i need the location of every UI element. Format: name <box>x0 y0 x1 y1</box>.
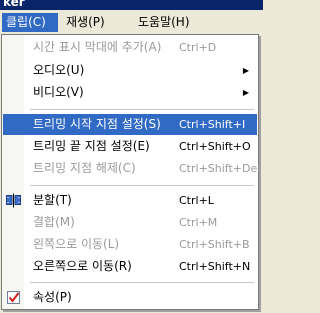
menu-item-combine[interactable]: 결합(M) Ctrl+M <box>3 212 257 233</box>
menu-item-video[interactable]: 비디오(V) ▶ <box>3 82 257 103</box>
properties-check-icon <box>6 290 21 305</box>
menu-separator <box>30 282 254 283</box>
clip-dropdown-menu: 시간 표시 막대에 추가(A) Ctrl+D 오디오(U) ▶ 비디오(V) ▶… <box>1 34 261 310</box>
menu-item-move-left[interactable]: 왼쪽으로 이동(L) Ctrl+Shift+B <box>3 234 257 255</box>
menu-item-label: 결합(M) <box>33 215 75 229</box>
menu-item-set-trim-start[interactable]: 트리밍 시작 지점 설정(S) Ctrl+Shift+I <box>3 114 257 135</box>
menu-item-add-to-timeline[interactable]: 시간 표시 막대에 추가(A) Ctrl+D <box>3 37 257 58</box>
menu-item-label: 오디오(U) <box>33 63 85 77</box>
menu-item-shortcut: Ctrl+Shift+I <box>179 118 246 131</box>
menu-item-label: 비디오(V) <box>33 85 84 99</box>
menu-bar: 클립(C) 재생(P) 도움말(H) <box>0 10 263 34</box>
menu-item-properties[interactable]: 속성(P) <box>3 287 257 308</box>
menu-help[interactable]: 도움말(H) <box>134 13 214 32</box>
menu-item-audio[interactable]: 오디오(U) ▶ <box>3 60 257 81</box>
window-title-fragment: ker <box>3 0 25 9</box>
menu-item-label: 트리밍 지점 해제(C) <box>33 161 136 175</box>
menu-item-label: 트리밍 시작 지점 설정(S) <box>33 117 161 131</box>
menu-playback[interactable]: 재생(P) <box>62 13 132 32</box>
submenu-arrow-icon: ▶ <box>242 66 249 75</box>
menu-item-label: 분할(T) <box>33 193 72 207</box>
menu-item-shortcut: Ctrl+D <box>179 41 217 54</box>
submenu-arrow-icon: ▶ <box>242 88 249 97</box>
menu-item-move-right[interactable]: 오른쪽으로 이동(R) Ctrl+Shift+N <box>3 256 257 277</box>
menu-item-label: 트리밍 끝 지점 설정(E) <box>33 139 150 153</box>
menu-separator <box>30 185 254 186</box>
menu-item-split[interactable]: 분할(T) Ctrl+L <box>3 190 257 211</box>
menu-item-label: 시간 표시 막대에 추가(A) <box>33 40 162 54</box>
menu-item-shortcut: Ctrl+L <box>179 194 214 207</box>
window-title-bar: ker <box>0 0 263 10</box>
menu-item-shortcut: Ctrl+Shift+N <box>179 260 251 273</box>
menu-separator <box>30 109 254 110</box>
menu-item-set-trim-end[interactable]: 트리밍 끝 지점 설정(E) Ctrl+Shift+O <box>3 136 257 157</box>
menu-item-label: 속성(P) <box>33 290 72 304</box>
menu-item-label: 왼쪽으로 이동(L) <box>33 237 120 251</box>
menu-clip[interactable]: 클립(C) <box>2 13 58 32</box>
menu-item-label: 오른쪽으로 이동(R) <box>33 259 132 273</box>
menu-item-clear-trim[interactable]: 트리밍 지점 해제(C) Ctrl+Shift+Del <box>3 158 261 179</box>
menu-item-shortcut: Ctrl+Shift+O <box>179 140 251 153</box>
menu-item-shortcut: Ctrl+M <box>179 216 218 229</box>
menu-item-shortcut: Ctrl+Shift+Del <box>179 162 261 175</box>
split-clip-icon <box>6 193 21 208</box>
menu-item-shortcut: Ctrl+Shift+B <box>179 238 250 251</box>
